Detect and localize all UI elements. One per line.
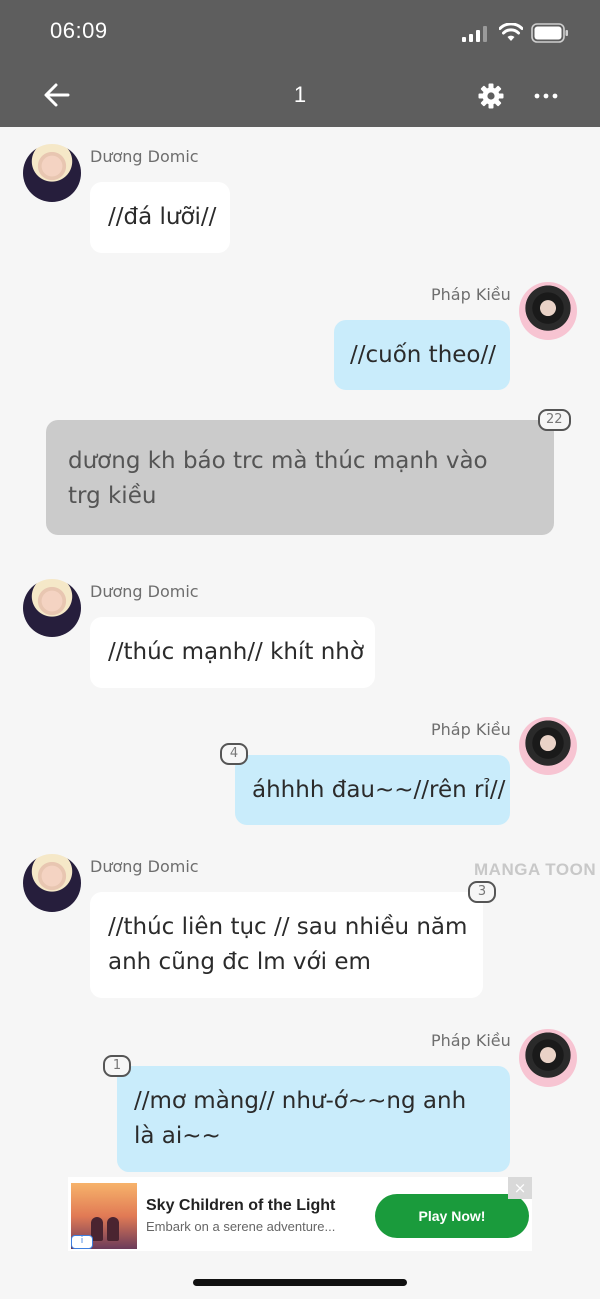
status-time: 06:09 — [50, 18, 108, 43]
play-now-button[interactable]: Play Now! — [375, 1194, 529, 1238]
avatar[interactable] — [519, 717, 577, 775]
ad-info-icon[interactable]: i — [71, 1235, 93, 1249]
message-text: //đá lưỡi// — [108, 204, 217, 230]
sender-name: Pháp Kiều — [431, 285, 511, 304]
wifi-icon — [499, 23, 523, 41]
message-bubble[interactable]: //cuốn theo// — [334, 320, 510, 390]
ad-thumbnail-figure — [107, 1217, 119, 1241]
message-text: áhhhh đau~~//rên rỉ// — [252, 777, 506, 803]
message-text: anh cũng đc lm với em — [108, 949, 371, 975]
avatar[interactable] — [23, 579, 81, 637]
cellular-signal-icon — [462, 26, 487, 42]
comment-count-badge[interactable]: 22 — [538, 409, 571, 431]
page-title: 1 — [293, 82, 307, 107]
ad-subtitle: Embark on a serene adventure... — [146, 1219, 336, 1234]
home-indicator[interactable] — [193, 1279, 407, 1286]
message-bubble[interactable]: //đá lưỡi// — [90, 182, 230, 253]
sender-name: Dương Domic — [90, 147, 199, 166]
ad-thumbnail[interactable]: i — [71, 1183, 137, 1249]
message-bubble[interactable]: //mơ màng// như-ớ~~ng anh là ai~~ — [117, 1066, 510, 1172]
message-bubble[interactable]: áhhhh đau~~//rên rỉ// — [235, 755, 510, 825]
gear-icon[interactable] — [477, 82, 505, 110]
ad-banner[interactable]: i Sky Children of the Light Embark on a … — [68, 1177, 532, 1251]
avatar[interactable] — [519, 1029, 577, 1087]
comment-count-badge[interactable]: 1 — [103, 1055, 131, 1077]
more-options-icon[interactable] — [531, 82, 561, 110]
sender-name: Pháp Kiều — [431, 720, 511, 739]
sender-name: Dương Domic — [90, 582, 199, 601]
narration-bubble[interactable]: dương kh báo trc mà thúc mạnh vào trg ki… — [46, 420, 554, 535]
close-icon[interactable]: × — [508, 1177, 532, 1199]
narration-line: trg kiều — [68, 483, 157, 509]
avatar[interactable] — [23, 854, 81, 912]
message-text: //thúc liên tục // sau nhiều năm — [108, 914, 468, 940]
message-text: //cuốn theo// — [350, 342, 496, 368]
message-bubble[interactable]: //thúc mạnh// khít nhờ — [90, 617, 375, 688]
avatar[interactable] — [23, 144, 81, 202]
avatar[interactable] — [519, 282, 577, 340]
comment-count-badge[interactable]: 3 — [468, 881, 496, 903]
message-text: //mơ màng// như-ớ~~ng anh — [134, 1088, 467, 1114]
message-text: //thúc mạnh// khít nhờ — [108, 639, 364, 665]
message-text: là ai~~ — [134, 1123, 221, 1149]
narration-line: dương kh báo trc mà thúc mạnh vào — [68, 448, 488, 474]
battery-icon — [531, 23, 568, 43]
ad-title: Sky Children of the Light — [146, 1197, 336, 1214]
sender-name: Pháp Kiều — [431, 1031, 511, 1050]
sender-name: Dương Domic — [90, 857, 199, 876]
watermark: MANGA TOON — [474, 860, 597, 879]
top-bar: 06:09 1 — [0, 0, 600, 127]
message-bubble[interactable]: //thúc liên tục // sau nhiều năm anh cũn… — [90, 892, 483, 998]
comment-count-badge[interactable]: 4 — [220, 743, 248, 765]
